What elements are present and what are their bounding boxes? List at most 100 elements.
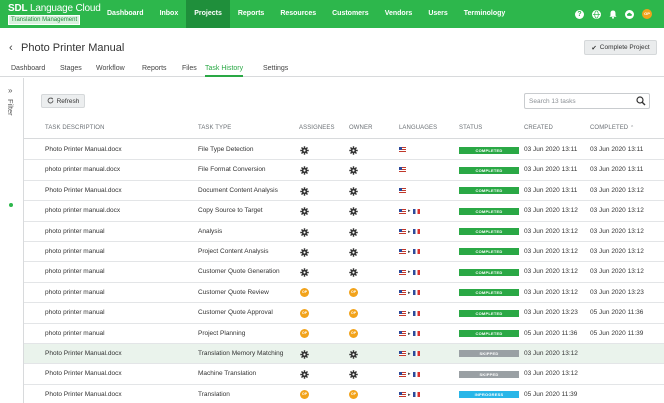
tab-workflow[interactable]: Workflow xyxy=(96,60,125,77)
owner-gear-icon xyxy=(349,248,358,257)
top-navigation-bar: SDL Language Cloud Translation Managemen… xyxy=(0,0,664,28)
search-input[interactable] xyxy=(529,96,629,106)
table-row[interactable]: photo printer manual Customer Quote Appro… xyxy=(24,303,664,324)
back-chevron-icon[interactable]: ‹ xyxy=(9,42,13,54)
table-row[interactable]: photo printer manual Customer Quote Revie… xyxy=(24,283,664,304)
project-tabs: Dashboard Stages Workflow Reports Files Task … xyxy=(0,60,664,77)
completed-date: 03 Jun 2020 13:12 xyxy=(590,227,644,235)
brand-logo[interactable]: SDL Language Cloud Translation Managemen… xyxy=(8,3,101,25)
table-row[interactable]: photo printer manual Analysis ▸ COMPLETED 03… xyxy=(24,222,664,242)
header-assignees[interactable]: ASSIGNEES xyxy=(299,125,335,131)
tab-reports[interactable]: Reports xyxy=(142,60,167,77)
table-row[interactable]: photo printer manual Customer Quote Gener… xyxy=(24,262,664,283)
globe-icon[interactable] xyxy=(592,9,601,19)
tab-stages[interactable]: Stages xyxy=(60,60,82,77)
status-badge: COMPLETED xyxy=(459,207,519,215)
nav-reports[interactable]: Reports xyxy=(230,0,272,28)
assignee-gear-icon xyxy=(300,166,309,176)
completed-date: 03 Jun 2020 13:12 xyxy=(590,268,644,276)
tab-settings[interactable]: Settings xyxy=(263,60,288,77)
languages: ▸ xyxy=(399,290,420,296)
nav-projects[interactable]: Projects xyxy=(186,0,230,28)
languages: ▸ xyxy=(399,229,420,235)
us-flag-icon xyxy=(399,351,406,357)
nav-resources[interactable]: Resources xyxy=(272,0,324,28)
us-flag-icon xyxy=(399,392,406,398)
checkmark-icon: ✔ xyxy=(591,44,597,52)
created-date: 03 Jun 2020 13:11 xyxy=(524,166,578,174)
nav-customers[interactable]: Customers xyxy=(324,0,377,28)
tab-dashboard[interactable]: Dashboard xyxy=(11,60,45,77)
fr-flag-icon xyxy=(412,392,420,398)
completed-date: 03 Jun 2020 13:23 xyxy=(590,288,644,296)
owner-avatar: OP xyxy=(349,288,358,298)
table-row[interactable]: Photo Printer Manual.docx File Type Detec… xyxy=(24,140,664,161)
notifications-bell-icon[interactable] xyxy=(609,10,617,19)
us-flag-icon xyxy=(399,371,406,377)
us-flag-icon xyxy=(399,229,406,235)
nav-terminology[interactable]: Terminology xyxy=(456,0,513,28)
nav-inbox[interactable]: Inbox xyxy=(152,0,187,28)
complete-project-label: Complete Project xyxy=(599,44,650,51)
status-badge: COMPLETED xyxy=(459,330,519,338)
header-languages[interactable]: LANGUAGES xyxy=(399,125,437,131)
task-type: File Type Detection xyxy=(198,146,254,153)
us-flag-icon xyxy=(399,290,406,296)
languages: ▸ xyxy=(399,269,420,275)
completed-date: 03 Jun 2020 13:12 xyxy=(590,247,644,255)
status-badge: COMPLETED xyxy=(459,187,519,195)
table-row[interactable]: photo printer manual Project Content Anal… xyxy=(24,242,664,263)
owner-avatar: OP xyxy=(349,390,358,400)
assignee-gear-icon xyxy=(300,370,309,380)
complete-project-button[interactable]: ✔ Complete Project xyxy=(584,40,657,55)
owner-avatar: OP xyxy=(349,329,358,339)
us-flag-icon xyxy=(399,310,406,316)
table-row[interactable]: Photo Printer Manual.docx Translation OP OP… xyxy=(24,385,664,403)
tab-task-history[interactable]: Task History xyxy=(205,60,244,77)
header-status[interactable]: STATUS xyxy=(459,125,482,131)
languages: ▸ xyxy=(399,310,420,316)
help-icon[interactable]: ? xyxy=(575,9,584,19)
table-row[interactable]: photo printer manual.docx File Format Con… xyxy=(24,160,664,181)
assignee-gear-icon xyxy=(300,146,309,155)
created-date: 05 Jun 2020 11:36 xyxy=(524,329,578,337)
header-completed[interactable]: COMPLETED ⌃ xyxy=(590,125,634,131)
nav-vendors[interactable]: Vendors xyxy=(377,0,421,28)
header-created[interactable]: CREATED xyxy=(524,125,553,131)
created-date: 03 Jun 2020 13:11 xyxy=(524,186,578,194)
task-description: photo printer manual xyxy=(45,309,105,317)
us-flag-icon xyxy=(399,269,406,275)
table-row[interactable]: Photo Printer Manual.docx Machine Transla… xyxy=(24,364,664,385)
filter-active-indicator xyxy=(9,203,13,207)
table-row[interactable]: Photo Printer Manual.docx Translation Mem… xyxy=(24,343,664,365)
table-row[interactable]: photo printer manual Project Planning OP OP… xyxy=(24,324,664,344)
nav-dashboard[interactable]: Dashboard xyxy=(99,0,152,28)
cloud-icon[interactable] xyxy=(625,9,634,19)
languages xyxy=(399,187,406,193)
task-description: photo printer manual.docx xyxy=(45,166,121,174)
header-task-description[interactable]: TASK DESCRIPTION xyxy=(45,125,105,131)
table-row[interactable]: Photo Printer Manual.docx Document Conten… xyxy=(24,181,664,202)
assignee-gear-icon xyxy=(300,187,309,196)
arrow-right-icon: ▸ xyxy=(408,371,411,378)
tab-files[interactable]: Files xyxy=(182,60,197,77)
table-header: TASK DESCRIPTION TASK TYPE ASSIGNEES OWN… xyxy=(24,119,664,139)
search-icon[interactable] xyxy=(636,96,646,108)
search-box xyxy=(524,93,650,109)
assignee-avatar: OP xyxy=(300,288,309,298)
nav-users[interactable]: Users xyxy=(420,0,455,28)
header-task-type[interactable]: TASK TYPE xyxy=(198,125,231,131)
fr-flag-icon xyxy=(412,249,420,255)
task-type: Customer Quote Approval xyxy=(198,309,273,317)
status-badge: COMPLETED xyxy=(459,268,519,276)
task-description: photo printer manual xyxy=(45,227,105,235)
status-badge: COMPLETED xyxy=(459,248,519,256)
task-description: Photo Printer Manual.docx xyxy=(45,186,122,194)
refresh-button[interactable]: Refresh xyxy=(41,94,85,108)
header-owner[interactable]: OWNER xyxy=(349,125,373,131)
double-chevron-right-icon[interactable]: » xyxy=(8,86,12,95)
sort-ascending-icon: ⌃ xyxy=(630,125,635,131)
user-avatar[interactable]: OP xyxy=(642,9,652,19)
table-row[interactable]: photo printer manual.docx Copy Source to … xyxy=(24,201,664,222)
filter-panel-collapsed[interactable]: » Filter xyxy=(0,78,24,403)
